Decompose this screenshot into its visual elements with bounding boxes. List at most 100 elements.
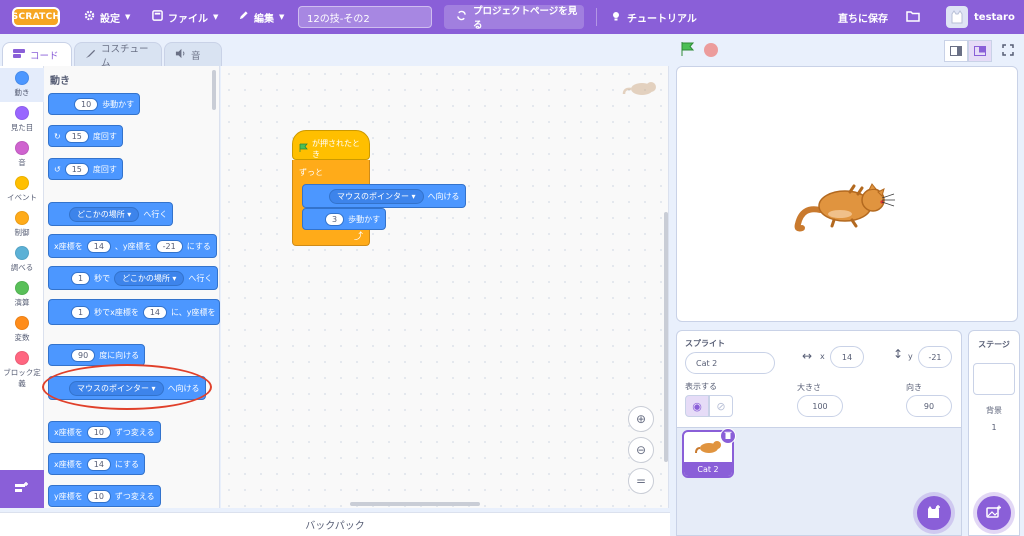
- goto-y-input[interactable]: -21: [155, 239, 183, 253]
- edit-menu[interactable]: 編集 ▼: [238, 0, 284, 34]
- category-looks[interactable]: 見た目: [0, 103, 44, 137]
- block-turn-right[interactable]: ↻ 15 度回す: [48, 125, 123, 147]
- block-goto-xy[interactable]: x座標を 14 、y座標を -21 にする: [48, 234, 217, 258]
- y-position-input[interactable]: -21: [918, 346, 952, 368]
- avatar[interactable]: [946, 6, 968, 28]
- category-label: 演算: [14, 298, 30, 307]
- change-x-input[interactable]: 10: [86, 425, 111, 439]
- block-move-steps[interactable]: 10 歩動かす: [48, 93, 141, 115]
- goto-target-dropdown[interactable]: どこかの場所 ▾: [69, 206, 140, 222]
- block-change-y[interactable]: y座標を 10 ずつ変える: [48, 485, 161, 507]
- tab-sounds-label: 音: [191, 50, 201, 62]
- normal-stage-button[interactable]: [968, 40, 992, 62]
- glide-secs-input[interactable]: 1: [71, 271, 91, 285]
- show-sprite-button[interactable]: ◉: [685, 395, 709, 417]
- block-text: ずつ変える: [114, 427, 155, 437]
- script-move-input[interactable]: 3: [325, 212, 345, 226]
- tab-sounds[interactable]: 音: [164, 42, 222, 66]
- script-move-block[interactable]: 3 歩動かす: [302, 208, 387, 230]
- green-flag-button[interactable]: [680, 41, 696, 60]
- palette-scrollbar[interactable]: [212, 70, 216, 110]
- category-dot: [15, 281, 29, 295]
- block-text: にする: [114, 459, 140, 469]
- zoom-reset-button[interactable]: =: [628, 468, 654, 494]
- stop-button[interactable]: [704, 43, 718, 57]
- tab-code-label: コード: [30, 50, 59, 62]
- category-sound[interactable]: 音: [0, 138, 44, 172]
- workspace-horizontal-scrollbar[interactable]: [350, 502, 480, 506]
- category-label: イベント: [7, 193, 37, 202]
- category-motion[interactable]: 動き: [0, 68, 44, 102]
- change-y-input[interactable]: 10: [86, 489, 111, 503]
- turn-left-input[interactable]: 15: [64, 162, 89, 176]
- block-point-direction[interactable]: 90 度に向ける: [48, 344, 146, 366]
- block-glide-to[interactable]: 1 秒で どこかの場所 ▾ へ行く: [48, 266, 219, 290]
- settings-menu[interactable]: 設定 ▼: [84, 0, 130, 34]
- when-flag-clicked-block[interactable]: が押されたとき: [292, 130, 370, 160]
- account-menu[interactable]: testaro: [974, 0, 1015, 34]
- sprite-label: スプライト: [685, 339, 725, 348]
- chevron-down-icon: ▼: [213, 13, 219, 21]
- glide-xy-secs-input[interactable]: 1: [71, 305, 91, 319]
- block-text: x座標を: [54, 241, 83, 251]
- category-my-blocks[interactable]: ブロック定義: [0, 348, 44, 388]
- direction-input[interactable]: 90: [71, 348, 96, 362]
- set-x-input[interactable]: 14: [86, 457, 111, 471]
- move-steps-input[interactable]: 10: [74, 97, 99, 111]
- project-title-input[interactable]: 12の技-その2: [298, 6, 432, 28]
- tutorials-menu[interactable]: チュートリアル: [610, 0, 697, 34]
- workspace-vertical-scrollbar[interactable]: [664, 212, 668, 462]
- tab-costumes[interactable]: コスチューム: [74, 42, 162, 69]
- block-text: 歩動かす: [348, 214, 381, 224]
- save-now-button[interactable]: 直ちに保存: [838, 0, 888, 34]
- zoom-in-button[interactable]: ⊕: [628, 406, 654, 432]
- sprite-name-input[interactable]: Cat 2: [685, 352, 775, 374]
- add-extension-button[interactable]: [0, 470, 44, 508]
- code-workspace[interactable]: [221, 66, 669, 508]
- x-position-input[interactable]: 14: [830, 346, 864, 368]
- tab-code[interactable]: コード: [2, 42, 72, 66]
- dropdown-text: どこかの場所: [122, 273, 170, 283]
- block-text: へ向ける: [427, 191, 460, 201]
- direction-input[interactable]: 90: [906, 395, 952, 417]
- block-turn-left[interactable]: ↺ 15 度回す: [48, 158, 123, 180]
- see-project-page-button[interactable]: プロジェクトページを見る: [444, 5, 584, 31]
- chevron-down-icon: ▼: [279, 13, 285, 21]
- small-stage-button[interactable]: [944, 40, 968, 62]
- category-operators[interactable]: 演算: [0, 278, 44, 312]
- category-control[interactable]: 制御: [0, 208, 44, 242]
- goto-x-input[interactable]: 14: [86, 239, 111, 253]
- my-stuff-button[interactable]: [906, 0, 920, 34]
- green-flag-icon: [299, 143, 309, 155]
- fullscreen-button[interactable]: [996, 40, 1020, 62]
- glide-x-input[interactable]: 14: [142, 305, 168, 319]
- category-events[interactable]: イベント: [0, 173, 44, 207]
- zoom-out-button[interactable]: ⊖: [628, 437, 654, 463]
- hide-sprite-button[interactable]: ⊘: [709, 395, 733, 417]
- category-variables[interactable]: 変数: [0, 313, 44, 347]
- add-backdrop-button[interactable]: [977, 496, 1011, 530]
- y-arrow-icon: ↕: [893, 347, 904, 361]
- category-sensing[interactable]: 調べる: [0, 243, 44, 277]
- delete-sprite-button[interactable]: [720, 428, 736, 444]
- backpack-label: バックパック: [305, 521, 365, 532]
- block-change-x[interactable]: x座標を 10 ずつ変える: [48, 421, 161, 443]
- block-glide-xy[interactable]: 1 秒でx座標を 14 に、y座標を: [48, 299, 220, 325]
- script-point-towards-block[interactable]: マウスのポインター ▾ へ向ける: [302, 184, 466, 208]
- file-menu[interactable]: ファイル ▼: [152, 0, 218, 34]
- block-text: x座標を: [54, 459, 83, 469]
- backpack-bar[interactable]: バックパック: [0, 512, 670, 536]
- stage-thumbnail[interactable]: [973, 363, 1015, 395]
- cat-sprite[interactable]: [790, 180, 896, 239]
- show-label: 表示する: [685, 382, 717, 391]
- script-point-towards-dropdown[interactable]: マウスのポインター ▾: [329, 188, 424, 204]
- block-goto[interactable]: どこかの場所 ▾ へ行く: [48, 202, 174, 226]
- size-input[interactable]: 100: [797, 395, 843, 417]
- glide-target-dropdown[interactable]: どこかの場所 ▾: [114, 270, 185, 286]
- scratch-logo[interactable]: SCRATCH: [12, 7, 60, 27]
- gear-icon: [84, 10, 95, 24]
- block-set-x[interactable]: x座標を 14 にする: [48, 453, 146, 475]
- block-text: へ行く: [188, 273, 213, 283]
- turn-right-input[interactable]: 15: [64, 129, 89, 143]
- add-sprite-button[interactable]: [917, 496, 951, 530]
